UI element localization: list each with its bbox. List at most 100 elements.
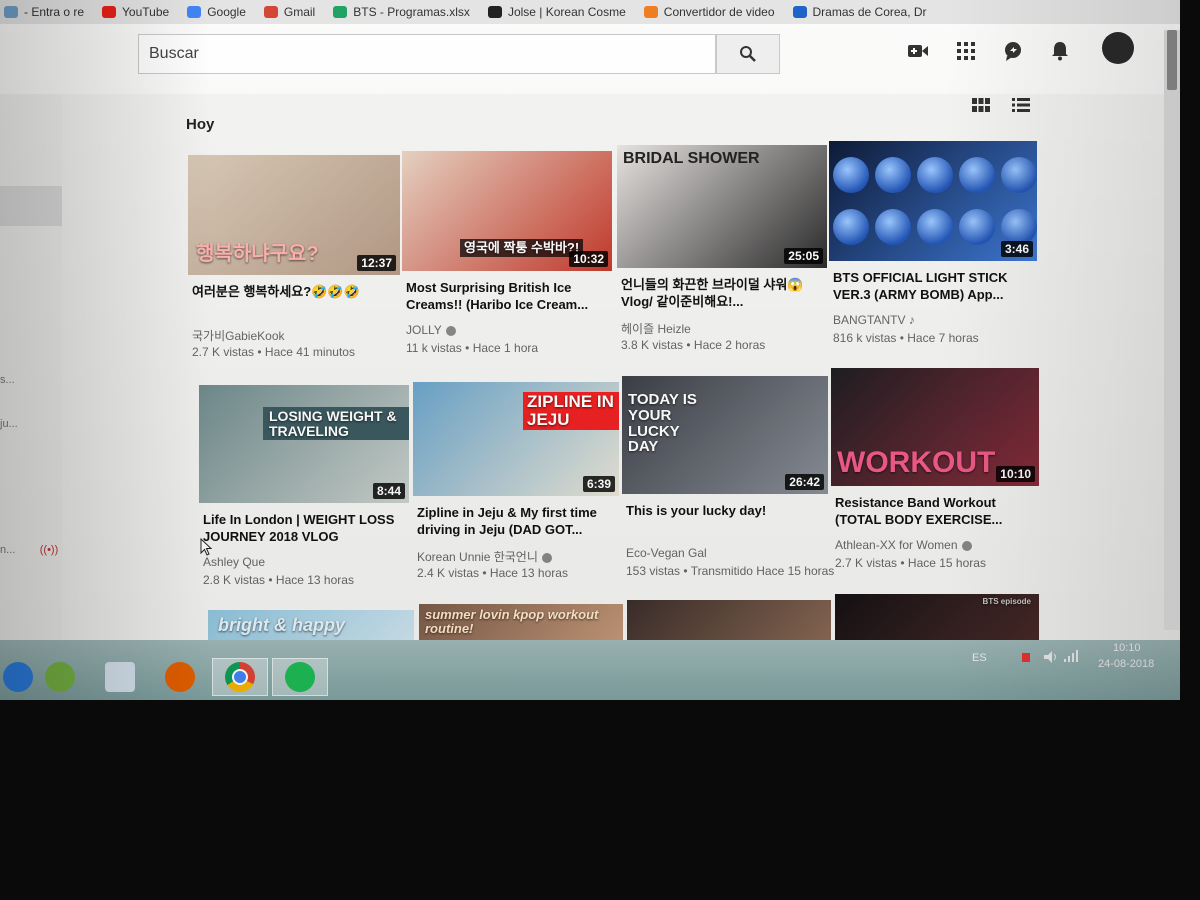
search-button[interactable] (716, 34, 780, 74)
video-meta: 816 k vistas • Hace 7 horas (833, 331, 979, 345)
bookmarks-bar: - Entra o re YouTube Google Gmail BTS - Prog… (0, 0, 1180, 25)
video-thumbnail[interactable]: LOSING WEIGHT & TRAVELING 8:44 (199, 385, 409, 503)
bookmark-item[interactable]: Gmail (263, 5, 316, 19)
video-title[interactable]: This is your lucky day! (626, 502, 824, 519)
video-title[interactable]: Resistance Band Workout (TOTAL BODY EXER… (835, 494, 1035, 528)
bookmark-item[interactable]: - Entra o re (4, 5, 84, 19)
video-card[interactable]: 3:46 BTS OFFICIAL LIGHT STICK VER.3 (ARMY… (829, 141, 1037, 351)
video-duration: 10:32 (569, 251, 608, 267)
sidebar-selected-item[interactable] (0, 186, 62, 226)
video-card[interactable]: LOSING WEIGHT & TRAVELING 8:44 Life In Lon… (199, 385, 409, 593)
tray-icons[interactable] (1020, 650, 1090, 667)
scrollbar-thumb[interactable] (1167, 30, 1177, 90)
grid-view-icon[interactable] (972, 98, 992, 114)
light-stick-orb (1001, 209, 1037, 245)
video-title[interactable]: BTS OFFICIAL LIGHT STICK VER.3 (ARMY BOM… (833, 269, 1033, 303)
bookmark-label: Dramas de Corea, Dr (812, 5, 927, 19)
video-thumbnail[interactable]: 영국에 짝퉁 수박바?! 10:32 (402, 151, 612, 271)
scrollbar[interactable] (1164, 30, 1180, 630)
taskbar-app[interactable] (272, 658, 328, 696)
youtube-header: Buscar (0, 24, 1180, 94)
drive-icon (333, 6, 348, 18)
sidebar-fragment[interactable]: n... ((•)) (0, 544, 58, 556)
video-card[interactable]: ZIPLINE IN JEJU 6:39 Zipline in Jeju & My … (413, 382, 619, 586)
channel-name[interactable]: Ashley Que (203, 555, 265, 569)
meta-separator: • (265, 573, 276, 587)
video-title[interactable]: Most Surprising British Ice Creams!! (Ha… (406, 279, 608, 313)
channel-name[interactable]: BANGTANTV ♪ (833, 313, 915, 327)
channel-name-text: Ashley Que (203, 555, 266, 569)
video-thumbnail[interactable]: ZIPLINE IN JEJU 6:39 (413, 382, 619, 496)
light-stick-orb (833, 209, 869, 245)
video-title[interactable]: Zipline in Jeju & My first time driving … (417, 504, 615, 538)
taskbar-app[interactable] (212, 658, 268, 696)
taskbar-app[interactable] (32, 658, 88, 696)
bookmark-label: BTS - Programas.xlsx (353, 5, 470, 19)
meta-separator: • (254, 345, 265, 359)
channel-name[interactable]: Eco-Vegan Gal (626, 546, 707, 560)
channel-name-text: Athlean-XX for Women (835, 538, 958, 552)
channel-name[interactable]: Athlean-XX for Women (835, 538, 972, 552)
video-thumbnail[interactable]: 행복하냐구요? 12:37 (188, 155, 400, 275)
taskbar-app[interactable] (92, 658, 148, 696)
bookmark-item[interactable]: YouTube (102, 5, 169, 19)
thumbnail-text: BTS episode (982, 597, 1031, 606)
bell-icon[interactable] (1047, 38, 1073, 64)
video-duration: 12:37 (357, 255, 396, 271)
channel-name[interactable]: JOLLY (406, 323, 456, 337)
video-thumbnail[interactable]: TODAY IS YOUR LUCKY DAY 26:42 (622, 376, 828, 494)
channel-name[interactable]: Korean Unnie 한국언니 (417, 548, 552, 565)
video-meta: 2.8 K vistas • Hace 13 horas (203, 573, 354, 587)
taskbar-app[interactable] (152, 658, 208, 696)
channel-name-text: 헤이즐 Heizle (621, 322, 691, 336)
video-card[interactable]: WORKOUT 10:10 Resistance Band Workout (TOT… (831, 368, 1039, 576)
bookmark-item[interactable]: BTS - Programas.xlsx (333, 5, 470, 19)
video-thumbnail[interactable]: BTS episode (835, 594, 1039, 646)
chat-icon[interactable] (1000, 38, 1026, 64)
meta-separator: • (461, 341, 473, 355)
video-thumbnail[interactable]: BRIDAL SHOWER 25:05 (617, 145, 827, 268)
channel-name-text: 국가비GabieKook (192, 329, 285, 343)
view-count: 11 k vistas (406, 341, 462, 355)
light-stick-orb (917, 157, 953, 193)
bookmark-label: Gmail (283, 5, 316, 19)
bookmark-item[interactable]: Google (187, 5, 246, 19)
video-meta: 2.7 K vistas • Hace 15 horas (835, 556, 986, 570)
clock-time[interactable]: 10:10 (1113, 642, 1141, 654)
bookmark-item[interactable]: Jolse | Korean Cosme (487, 5, 626, 19)
video-thumbnail[interactable]: WORKOUT 10:10 (831, 368, 1039, 486)
video-thumbnail[interactable]: 3:46 (829, 141, 1037, 261)
channel-name[interactable]: 국가비GabieKook (192, 327, 285, 344)
search-input[interactable]: Buscar (138, 34, 716, 74)
bookmark-item[interactable]: Dramas de Corea, Dr (792, 5, 927, 19)
list-view-icon[interactable] (1012, 98, 1032, 114)
jolse-icon (487, 6, 502, 18)
channel-name-text: Korean Unnie 한국언니 (417, 550, 538, 564)
video-card[interactable]: 영국에 짝퉁 수박바?! 10:32 Most Surprising British… (402, 151, 612, 361)
video-meta: 11 k vistas • Hace 1 hora (406, 341, 538, 355)
video-title[interactable]: 언니들의 화끈한 브라이덜 샤워😱Vlog/ 같이준비해요!... (621, 276, 823, 310)
video-camera-icon[interactable] (905, 38, 931, 64)
apps-grid-icon[interactable] (953, 38, 979, 64)
view-count: 2.7 K vistas (835, 556, 898, 570)
meta-separator: • (897, 556, 908, 570)
bookmark-item[interactable]: Convertidor de video (643, 5, 775, 19)
video-card[interactable]: TODAY IS YOUR LUCKY DAY 26:42 This is your… (622, 376, 834, 584)
video-title[interactable]: Life In London | WEIGHT LOSS JOURNEY 201… (203, 511, 405, 545)
avatar[interactable] (1102, 32, 1134, 64)
language-indicator[interactable]: ES (972, 652, 987, 664)
bookmark-label: YouTube (122, 5, 170, 19)
clock-date[interactable]: 24-08-2018 (1098, 658, 1154, 670)
viki-icon (792, 6, 807, 18)
bookmark-label: Jolse | Korean Cosme (507, 5, 626, 19)
sidebar-fragment[interactable]: ju... (0, 418, 18, 430)
upload-time: Hace 13 horas (275, 573, 354, 587)
sidebar-fragment[interactable]: s... (0, 374, 15, 386)
upload-time: Hace 41 minutos (264, 345, 355, 359)
video-card[interactable]: 행복하냐구요? 12:37 여러분은 행복하세요?🤣🤣🤣 국가비GabieKook 2.… (188, 155, 400, 365)
video-duration: 10:10 (996, 466, 1035, 482)
video-card[interactable]: BRIDAL SHOWER 25:05 언니들의 화끈한 브라이덜 샤워😱Vlog/… (617, 145, 827, 358)
video-title[interactable]: 여러분은 행복하세요?🤣🤣🤣 (192, 283, 396, 300)
chrome-center (232, 669, 248, 685)
channel-name[interactable]: 헤이즐 Heizle (621, 320, 691, 337)
